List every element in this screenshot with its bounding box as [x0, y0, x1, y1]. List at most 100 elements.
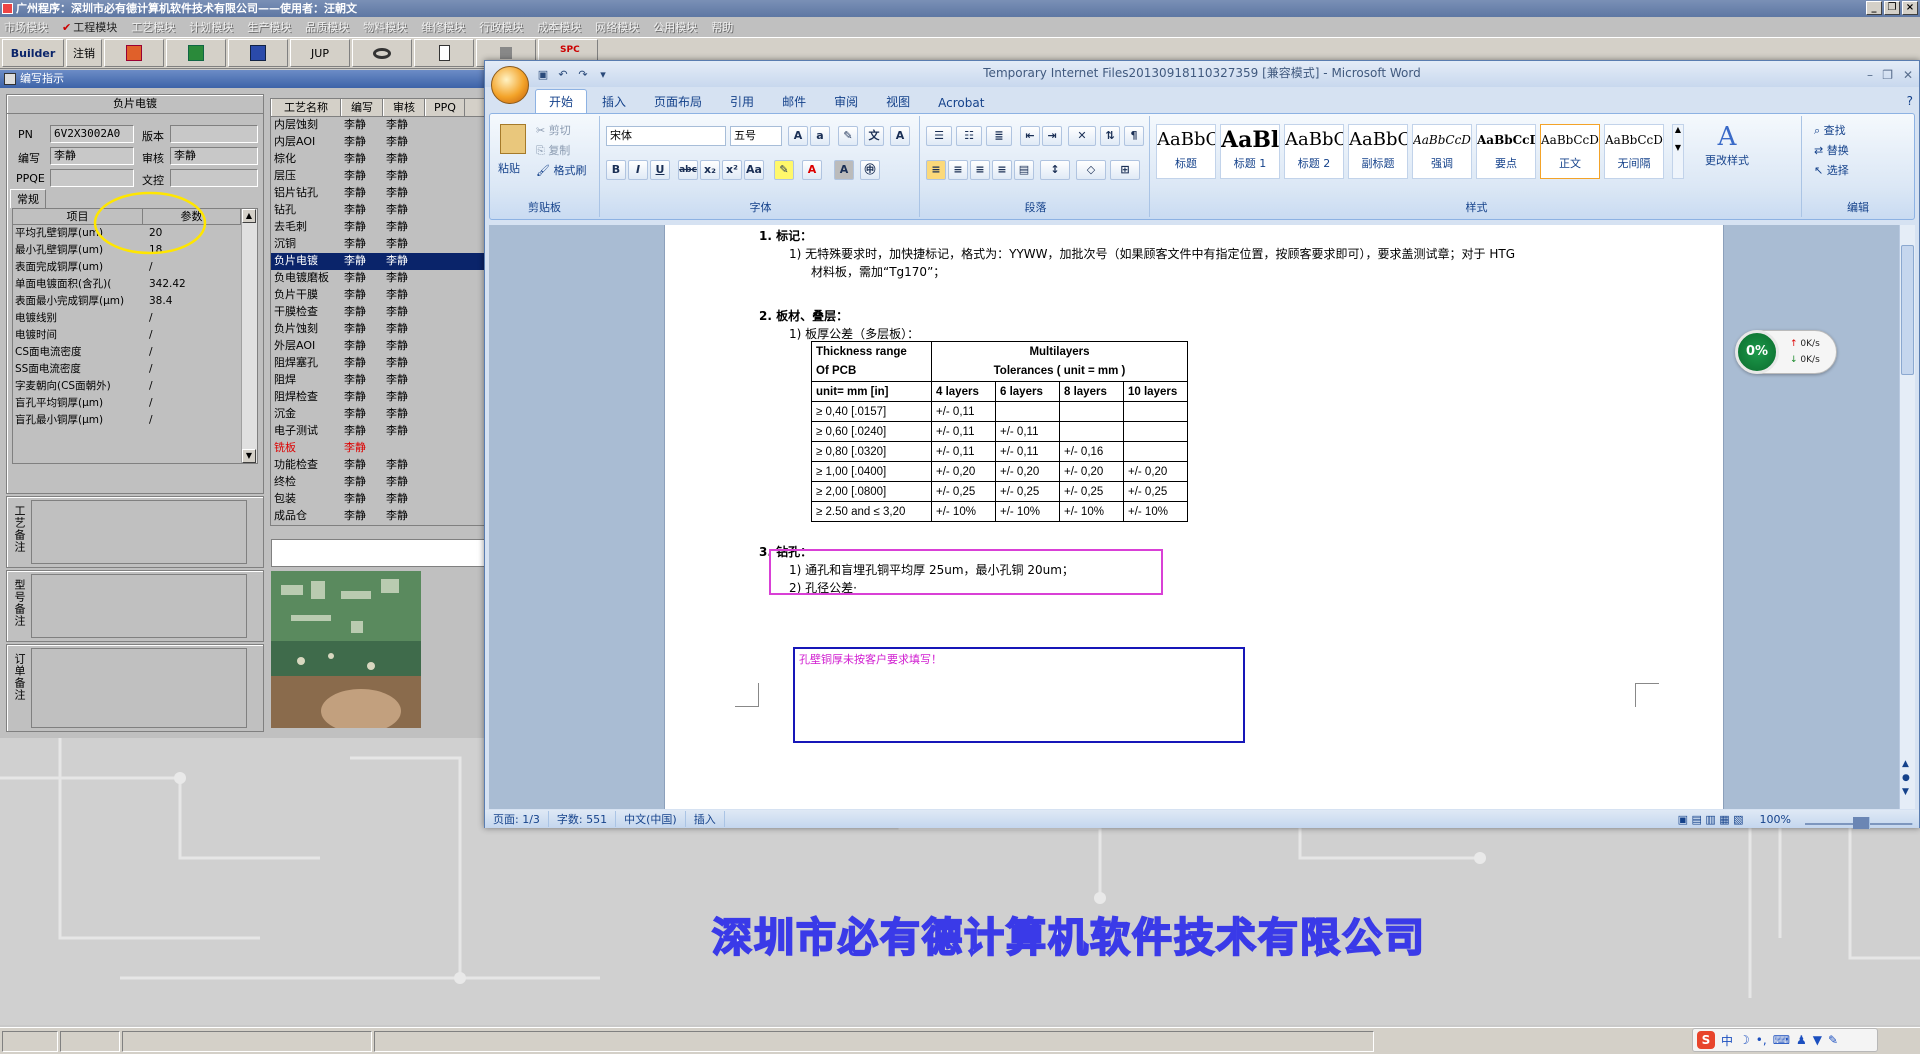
parameter-value[interactable]: 342.42	[143, 276, 241, 293]
copy-button[interactable]: ⎘ 复制	[536, 142, 570, 158]
menu-common[interactable]: 公用模块	[653, 19, 697, 35]
strikethrough-icon[interactable]: abc	[678, 160, 698, 180]
status-words[interactable]: 字数: 551	[549, 811, 617, 827]
highlight-icon[interactable]: ✎	[774, 160, 794, 180]
bullets-icon[interactable]: ☰	[926, 126, 952, 146]
process-row[interactable]: 去毛刺 李静 李静	[271, 219, 484, 236]
menu-process[interactable]: 工艺模块	[131, 19, 175, 35]
menu-help[interactable]: 帮助	[711, 19, 733, 35]
parameter-row[interactable]: SS面电流密度 /	[13, 361, 257, 378]
comment-box[interactable]: 孔壁铜厚未按客户要求填写！	[793, 647, 1245, 743]
tab-acrobat[interactable]: Acrobat	[925, 93, 997, 113]
menu-quality[interactable]: 品质模块	[305, 19, 349, 35]
scroll-down-icon[interactable]: ▼	[242, 449, 256, 463]
align-left-icon[interactable]: ≡	[926, 160, 946, 180]
process-row[interactable]: 铝片钻孔 李静 李静	[271, 185, 484, 202]
excel-button[interactable]	[166, 39, 226, 67]
document-scrollbar[interactable]: ▲ ● ▼	[1899, 225, 1915, 809]
model-note-field[interactable]	[31, 574, 247, 638]
tab-view[interactable]: 视图	[873, 90, 923, 113]
help-icon[interactable]: ?	[1907, 94, 1913, 108]
parameter-value[interactable]: /	[143, 310, 241, 327]
tab-mailings[interactable]: 邮件	[769, 90, 819, 113]
grow-font-icon[interactable]: A	[788, 126, 808, 146]
jup-button[interactable]: JUP	[290, 39, 350, 67]
pn-field[interactable]: 6V2X3002A0	[50, 125, 134, 143]
view-buttons[interactable]: ▣ ▤ ▥ ▦ ▧	[1670, 813, 1752, 826]
wrench-icon[interactable]: ✎	[1828, 1033, 1838, 1047]
prev-page-icon[interactable]: ▲	[1902, 759, 1909, 769]
save-icon[interactable]: ▣	[535, 67, 551, 83]
underline-icon[interactable]: U	[650, 160, 670, 180]
restore-button[interactable]: ❐	[1884, 1, 1900, 15]
process-row[interactable]: 内层AOI 李静 李静	[271, 134, 484, 151]
process-row[interactable]: 负片蚀刻 李静 李静	[271, 321, 484, 338]
status-page[interactable]: 页面: 1/3	[485, 811, 549, 827]
builder-button[interactable]: Builder	[2, 39, 64, 67]
close-button[interactable]: ×	[1902, 1, 1918, 15]
parameter-value[interactable]: /	[143, 361, 241, 378]
process-row[interactable]: 内层蚀刻 李静 李静	[271, 117, 484, 134]
word-minimize-button[interactable]: –	[1867, 63, 1873, 87]
process-row[interactable]: 负电镀磨板 李静 李静	[271, 270, 484, 287]
tab-review[interactable]: 审阅	[821, 90, 871, 113]
parameter-row[interactable]: 表面完成铜厚(um) /	[13, 259, 257, 276]
process-row[interactable]: 终检 李静 李静	[271, 474, 484, 491]
parameter-row[interactable]: CS面电流密度 /	[13, 344, 257, 361]
sort-icon[interactable]: ⇅	[1100, 126, 1120, 146]
phonetic-icon[interactable]: 文	[864, 126, 884, 146]
parameter-value[interactable]: /	[143, 412, 241, 429]
user-icon[interactable]: ♟	[1796, 1033, 1807, 1047]
zoom-level[interactable]: 100%	[1752, 813, 1799, 826]
status-mode[interactable]: 插入	[686, 811, 725, 827]
superscript-icon[interactable]: x²	[722, 160, 742, 180]
editor-field[interactable]: 李静	[50, 147, 134, 165]
parameter-row[interactable]: 字麦朝向(CS面朝外) /	[13, 378, 257, 395]
styles-scroll[interactable]: ▲ ▼	[1672, 124, 1684, 179]
parameter-row[interactable]: 盲孔平均铜厚(μm) /	[13, 395, 257, 412]
menu-material[interactable]: 物料模块	[363, 19, 407, 35]
replace-button[interactable]: ⇄ 替换	[1814, 142, 1849, 158]
italic-icon[interactable]: I	[628, 160, 648, 180]
version-field[interactable]	[170, 125, 258, 143]
increase-indent-icon[interactable]: ⇥	[1042, 126, 1062, 146]
qat-dropdown-icon[interactable]: ▾	[595, 67, 611, 83]
show-marks-icon[interactable]: ¶	[1124, 126, 1144, 146]
process-row[interactable]: 沉铜 李静 李静	[271, 236, 484, 253]
process-row[interactable]: 阻焊塞孔 李静 李静	[271, 355, 484, 372]
tab-insert[interactable]: 插入	[589, 90, 639, 113]
tab-page-layout[interactable]: 页面布局	[641, 90, 715, 113]
undo-icon[interactable]: ↶	[555, 67, 571, 83]
borders-icon[interactable]: ⊞	[1110, 160, 1140, 180]
select-button[interactable]: ↖ 选择	[1814, 162, 1849, 178]
asian-layout-icon[interactable]: ✕	[1068, 126, 1096, 146]
word-restore-button[interactable]: ❐	[1882, 63, 1893, 87]
minimize-button[interactable]: _	[1866, 1, 1882, 15]
menu-cost[interactable]: 成本模块	[537, 19, 581, 35]
style-heading1[interactable]: AaBl 标题 1	[1220, 124, 1280, 179]
process-row[interactable]: 阻焊检查 李静 李静	[271, 389, 484, 406]
process-row[interactable]: 功能检查 李静 李静	[271, 457, 484, 474]
parameter-row[interactable]: 电镀时间 /	[13, 327, 257, 344]
process-row[interactable]: 成品仓 李静 李静	[271, 508, 484, 525]
process-row[interactable]: 阻焊 李静 李静	[271, 372, 484, 389]
scroll-thumb[interactable]	[1901, 245, 1914, 375]
find-button[interactable]: ⌕ 查找	[1814, 122, 1846, 138]
shirt-icon[interactable]: ▼	[1813, 1033, 1822, 1047]
document-button[interactable]	[414, 39, 474, 67]
menu-engineering[interactable]: 工程模块	[73, 19, 117, 35]
tab-references[interactable]: 引用	[717, 90, 767, 113]
parameter-row[interactable]: 电镀线别 /	[13, 310, 257, 327]
format-painter-button[interactable]: 🖌 格式刷	[536, 162, 586, 178]
view-button[interactable]	[352, 39, 412, 67]
net-percent[interactable]: 0%	[1735, 330, 1779, 374]
font-name-select[interactable]: 宋体	[606, 126, 726, 146]
process-row[interactable]: 铣板 李静	[271, 440, 484, 457]
clear-format-icon[interactable]: ✎	[838, 126, 858, 146]
subscript-icon[interactable]: x₂	[700, 160, 720, 180]
char-border-icon[interactable]: A	[890, 126, 910, 146]
parameter-row[interactable]: 表面最小完成铜厚(μm) 38.4	[13, 293, 257, 310]
parameter-value[interactable]: /	[143, 344, 241, 361]
process-row[interactable]: 外层AOI 李静 李静	[271, 338, 484, 355]
logout-button[interactable]: 注销	[66, 39, 102, 67]
